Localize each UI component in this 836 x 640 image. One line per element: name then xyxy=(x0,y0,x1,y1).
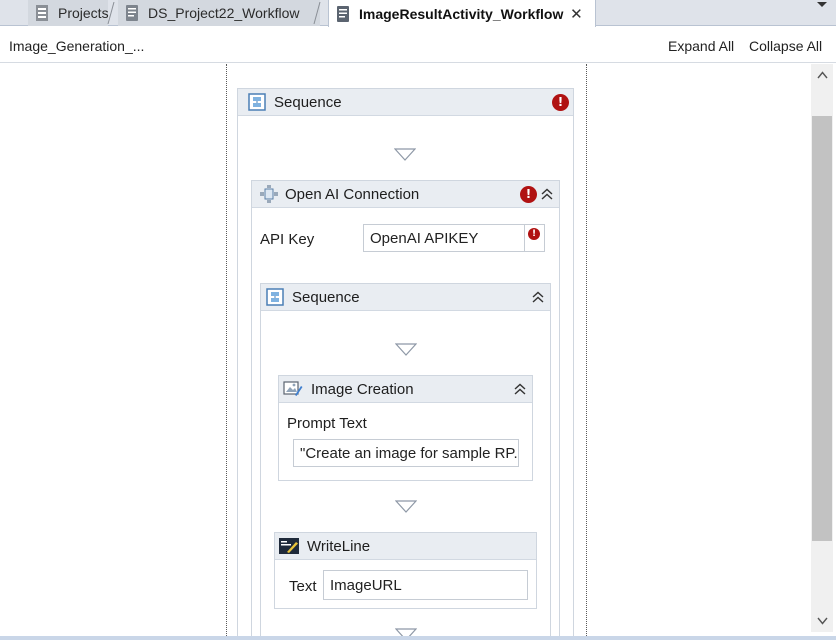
text-field[interactable]: ImageURL xyxy=(323,570,528,600)
activity-title: Open AI Connection xyxy=(285,185,420,203)
projects-icon xyxy=(34,4,52,22)
tab-label: Projects xyxy=(58,5,109,21)
connection-scope-icon xyxy=(259,185,278,203)
error-icon[interactable]: ! xyxy=(528,228,540,240)
close-tab-button[interactable]: ✕ xyxy=(569,5,583,23)
drop-target-arrow[interactable] xyxy=(394,628,418,636)
writeline-activity[interactable]: WriteLine Text ImageURL xyxy=(274,532,537,609)
scroll-up-button[interactable] xyxy=(811,66,833,84)
activity-title: Sequence xyxy=(292,288,360,306)
chevron-up-icon xyxy=(816,71,828,79)
error-icon[interactable]: ! xyxy=(552,94,569,111)
canvas-boundary-left xyxy=(226,64,227,636)
text-label: Text xyxy=(289,578,317,595)
image-creation-header[interactable]: Image Creation xyxy=(279,376,532,403)
image-creation-activity[interactable]: Image Creation Prompt Text "Create an im… xyxy=(278,375,533,481)
tab-label: DS_Project22_Workflow xyxy=(148,5,300,21)
collapse-chevron-icon[interactable] xyxy=(513,382,527,396)
drop-target-arrow[interactable] xyxy=(394,500,418,514)
activity-title: Image Creation xyxy=(311,380,414,398)
tab-projects[interactable]: Projects xyxy=(28,0,109,26)
tab-separator xyxy=(312,1,322,25)
outer-sequence-header[interactable]: Sequence ! xyxy=(238,89,573,116)
prompt-text-value: "Create an image for sample RP. xyxy=(300,444,518,462)
tab-overflow-dropdown[interactable] xyxy=(814,0,830,22)
collapse-chevron-icon[interactable] xyxy=(531,290,545,304)
activity-title: Sequence xyxy=(274,93,342,111)
tab-separator xyxy=(106,1,116,25)
api-key-field[interactable]: OpenAI APIKEY xyxy=(363,224,525,252)
inner-sequence-header[interactable]: Sequence xyxy=(261,284,550,311)
api-key-label: API Key xyxy=(260,231,315,248)
document-tab-strip: Projects DS_Project22_Workflow ImageResu… xyxy=(0,0,836,27)
activity-title: WriteLine xyxy=(307,537,371,555)
breadcrumb[interactable]: Image_Generation_... xyxy=(9,38,144,54)
tab-label: ImageResultActivity_Workflow xyxy=(359,5,564,22)
error-icon[interactable]: ! xyxy=(520,186,537,203)
prompt-text-label: Prompt Text xyxy=(287,415,367,432)
openai-connection-header[interactable]: Open AI Connection ! xyxy=(252,181,559,208)
prompt-text-field[interactable]: "Create an image for sample RP. xyxy=(293,439,519,467)
workflow-file-icon xyxy=(124,4,142,22)
chevron-down-icon xyxy=(817,2,827,7)
scrollbar-thumb[interactable] xyxy=(812,116,832,541)
vertical-scrollbar[interactable] xyxy=(811,64,833,632)
writeline-icon xyxy=(279,537,299,555)
sequence-icon xyxy=(266,288,284,306)
text-value: ImageURL xyxy=(330,576,402,594)
chevron-down-icon xyxy=(816,617,828,625)
expand-all-button[interactable]: Expand All xyxy=(668,38,734,54)
writeline-header[interactable]: WriteLine xyxy=(275,533,536,560)
workflow-file-icon xyxy=(335,5,353,23)
drop-target-arrow[interactable] xyxy=(394,343,418,357)
api-key-error-slot: ! xyxy=(525,224,545,252)
sequence-icon xyxy=(248,93,266,111)
collapse-all-button[interactable]: Collapse All xyxy=(749,38,822,54)
workflow-designer-canvas[interactable]: Sequence ! Open AI Connection ! API Key … xyxy=(0,64,811,636)
api-key-value: OpenAI APIKEY xyxy=(370,229,479,247)
image-creation-icon xyxy=(283,380,303,398)
canvas-boundary-right xyxy=(586,64,587,636)
collapse-chevron-icon[interactable] xyxy=(540,187,554,201)
scroll-down-button[interactable] xyxy=(811,612,833,630)
window-bottom-border xyxy=(0,636,836,640)
tab-ds-project22-workflow[interactable]: DS_Project22_Workflow xyxy=(118,0,320,26)
tab-imageresultactivity-workflow[interactable]: ImageResultActivity_Workflow ✕ xyxy=(328,0,596,27)
designer-breadcrumb-bar: Image_Generation_... Expand All Collapse… xyxy=(0,27,836,63)
drop-target-arrow[interactable] xyxy=(393,148,417,162)
